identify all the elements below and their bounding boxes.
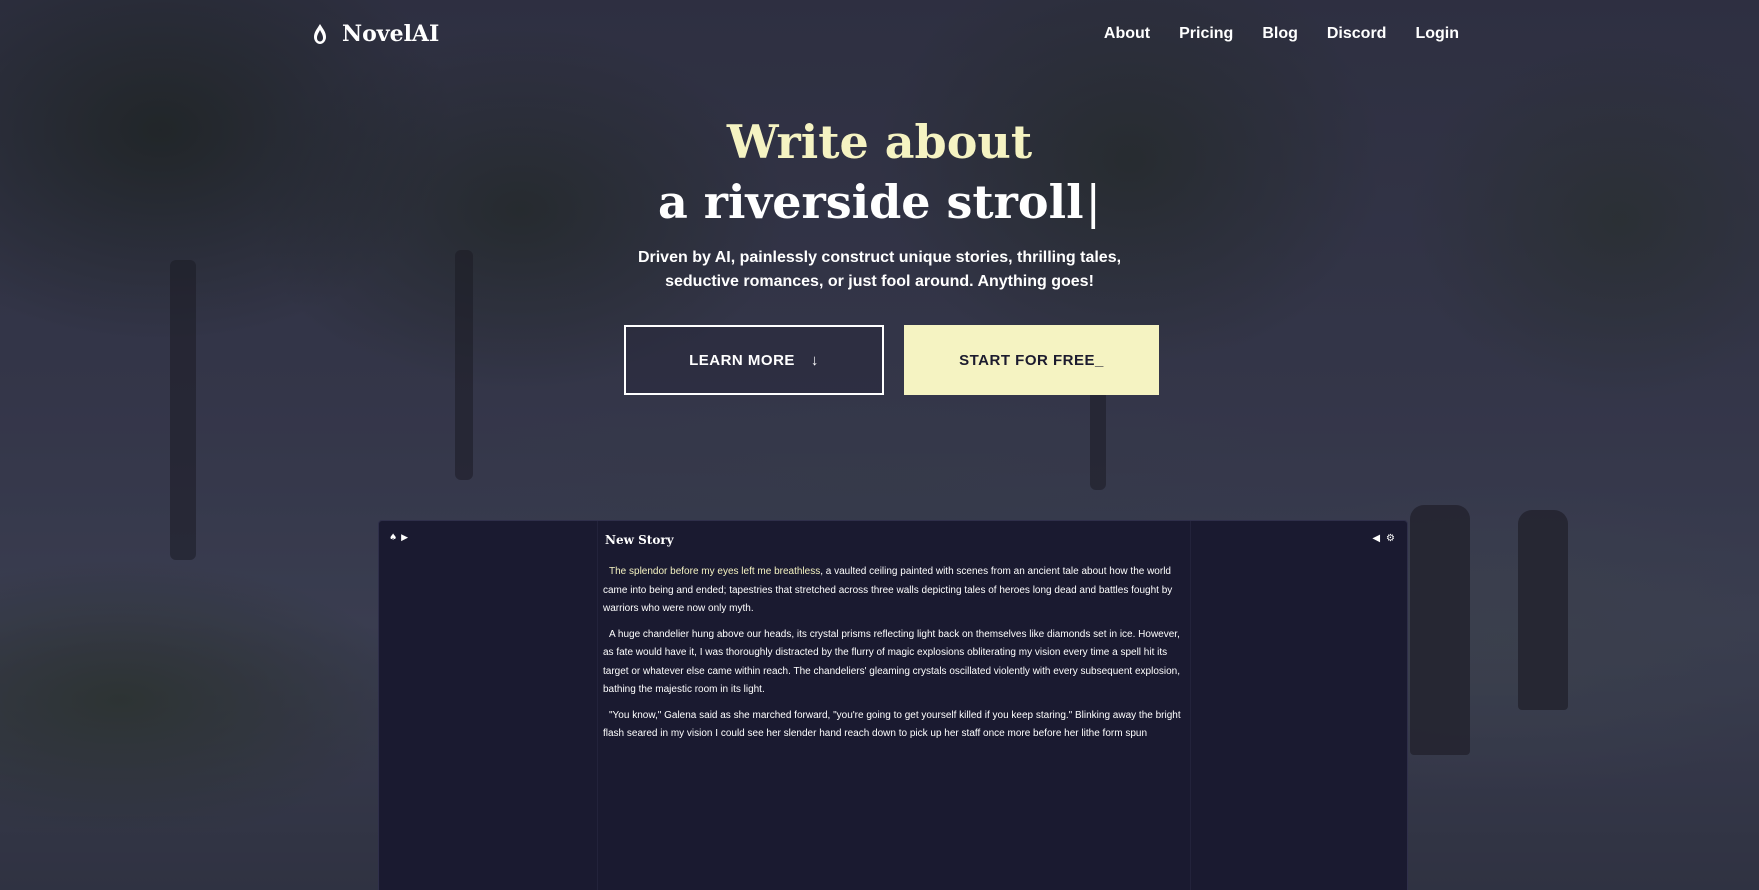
paragraph-text: "You know," Galena said as she marched f…	[603, 709, 1181, 740]
nav-link-discord[interactable]: Discord	[1327, 25, 1387, 43]
quill-flame-icon	[314, 24, 326, 44]
editor-right-toolbar: ◀ ⚙	[1372, 533, 1395, 544]
text-cursor: |	[1085, 175, 1102, 229]
hero-headline-line1: Write about	[726, 115, 1033, 169]
story-text-area[interactable]: The splendor before my eyes left me brea…	[603, 563, 1191, 751]
editor-right-sidebar	[1190, 521, 1407, 890]
story-paragraph: The splendor before my eyes left me brea…	[603, 563, 1191, 619]
typewriter-text: a riverside stroll	[657, 175, 1084, 229]
learn-more-button[interactable]: LEARN MORE ↓	[624, 325, 884, 395]
editor-left-toolbar: ♠ ▶	[389, 533, 408, 543]
editor-preview: ♠ ▶ ◀ ⚙ New Story The splendor before my…	[378, 520, 1408, 890]
hero-subtitle: Driven by AI, painlessly construct uniqu…	[0, 246, 1759, 294]
story-paragraph: "You know," Galena said as she marched f…	[603, 707, 1191, 744]
chevron-right-icon[interactable]: ▶	[401, 533, 408, 543]
start-for-free-label: START FOR FREE_	[959, 351, 1104, 369]
start-for-free-button[interactable]: START FOR FREE_	[904, 325, 1159, 395]
nav-link-login[interactable]: Login	[1415, 25, 1459, 43]
landing-page: NovelAI About Pricing Blog Discord Login…	[0, 0, 1759, 890]
nav-link-pricing[interactable]: Pricing	[1179, 25, 1233, 43]
gear-icon[interactable]: ⚙	[1386, 533, 1395, 544]
paragraph-text: A huge chandelier hung above our heads, …	[603, 628, 1181, 696]
hero-section: Write about a riverside stroll| Driven b…	[0, 112, 1759, 294]
highlighted-text: The splendor before my eyes left me brea…	[609, 566, 821, 577]
top-navbar: NovelAI About Pricing Blog Discord Login	[308, 14, 1459, 54]
arrow-down-icon: ↓	[810, 351, 819, 369]
nav-link-about[interactable]: About	[1104, 25, 1150, 43]
editor-left-sidebar	[379, 521, 598, 890]
nav-link-blog[interactable]: Blog	[1262, 25, 1298, 43]
cta-buttons: LEARN MORE ↓ START FOR FREE_	[624, 325, 1159, 395]
brand-name: NovelAI	[342, 21, 440, 47]
chevron-left-icon[interactable]: ◀	[1372, 533, 1380, 544]
hero-subtitle-line1: Driven by AI, painlessly construct uniqu…	[637, 249, 1122, 266]
hero-subtitle-line2: seductive romances, or just fool around.…	[665, 273, 1094, 290]
learn-more-label: LEARN MORE	[689, 351, 795, 369]
nav-links: About Pricing Blog Discord Login	[1104, 25, 1459, 43]
hero-headline-line2: a riverside stroll|	[0, 172, 1759, 232]
logo-icon[interactable]: ♠	[389, 533, 397, 543]
brand-home-link[interactable]: NovelAI	[308, 21, 439, 47]
story-paragraph: A huge chandelier hung above our heads, …	[603, 626, 1191, 700]
story-title: New Story	[605, 533, 674, 547]
